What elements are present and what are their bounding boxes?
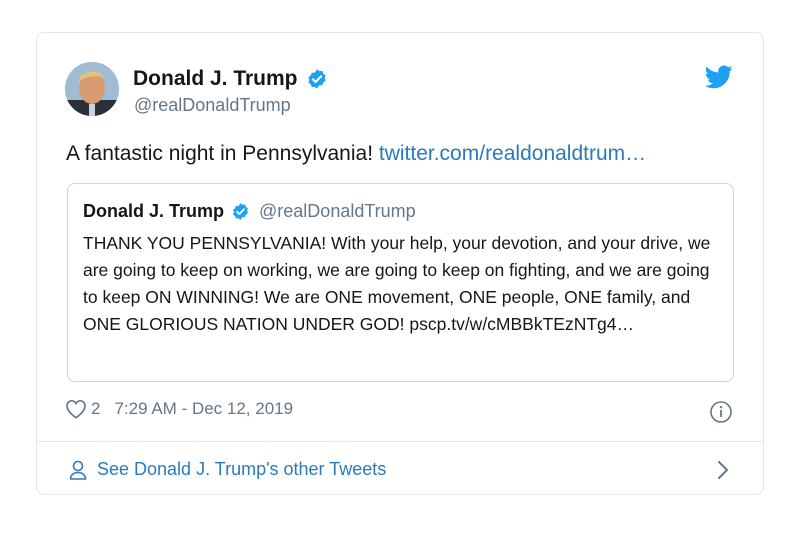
see-other-tweets-label[interactable]: See Donald J. Trump's other Tweets bbox=[97, 459, 386, 480]
author-name-row[interactable]: Donald J. Trump bbox=[133, 67, 328, 91]
avatar[interactable] bbox=[65, 62, 119, 116]
tweet-body: A fantastic night in Pennsylvania! bbox=[66, 142, 374, 165]
chevron-right-icon[interactable] bbox=[717, 460, 729, 480]
like-count[interactable]: 2 bbox=[91, 399, 100, 419]
see-other-tweets-link[interactable]: See Donald J. Trump's other Tweets bbox=[69, 459, 386, 480]
tweet-text: A fantastic night in Pennsylvania! twitt… bbox=[66, 142, 646, 166]
quoted-tweet[interactable]: Donald J. Trump @realDonaldTrump THANK Y… bbox=[67, 183, 734, 382]
footer[interactable]: See Donald J. Trump's other Tweets bbox=[37, 442, 763, 496]
embedded-tweet-card: Donald J. Trump @realDonaldTrump A fanta… bbox=[36, 32, 764, 495]
tweet-meta: 2 7:29 AM - Dec 12, 2019 bbox=[65, 399, 293, 419]
twitter-bird-icon[interactable] bbox=[705, 65, 733, 89]
quoted-author-handle: @realDonaldTrump bbox=[259, 201, 416, 221]
timestamp[interactable]: 7:29 AM - Dec 12, 2019 bbox=[114, 399, 293, 419]
author-name[interactable]: Donald J. Trump bbox=[133, 67, 298, 91]
quoted-tweet-header: Donald J. Trump @realDonaldTrump bbox=[83, 201, 416, 222]
person-icon bbox=[69, 460, 87, 480]
quoted-tweet-text: THANK YOU PENNSYLVANIA! With your help, … bbox=[83, 233, 711, 334]
tweet-link[interactable]: twitter.com/realdonaldtrum… bbox=[379, 142, 646, 165]
author-handle[interactable]: @realDonaldTrump bbox=[134, 95, 291, 116]
info-icon[interactable] bbox=[709, 400, 733, 424]
quoted-author-name: Donald J. Trump bbox=[83, 201, 225, 221]
verified-badge-icon bbox=[307, 69, 326, 89]
verified-badge-icon bbox=[233, 203, 248, 220]
heart-icon[interactable] bbox=[65, 399, 87, 419]
